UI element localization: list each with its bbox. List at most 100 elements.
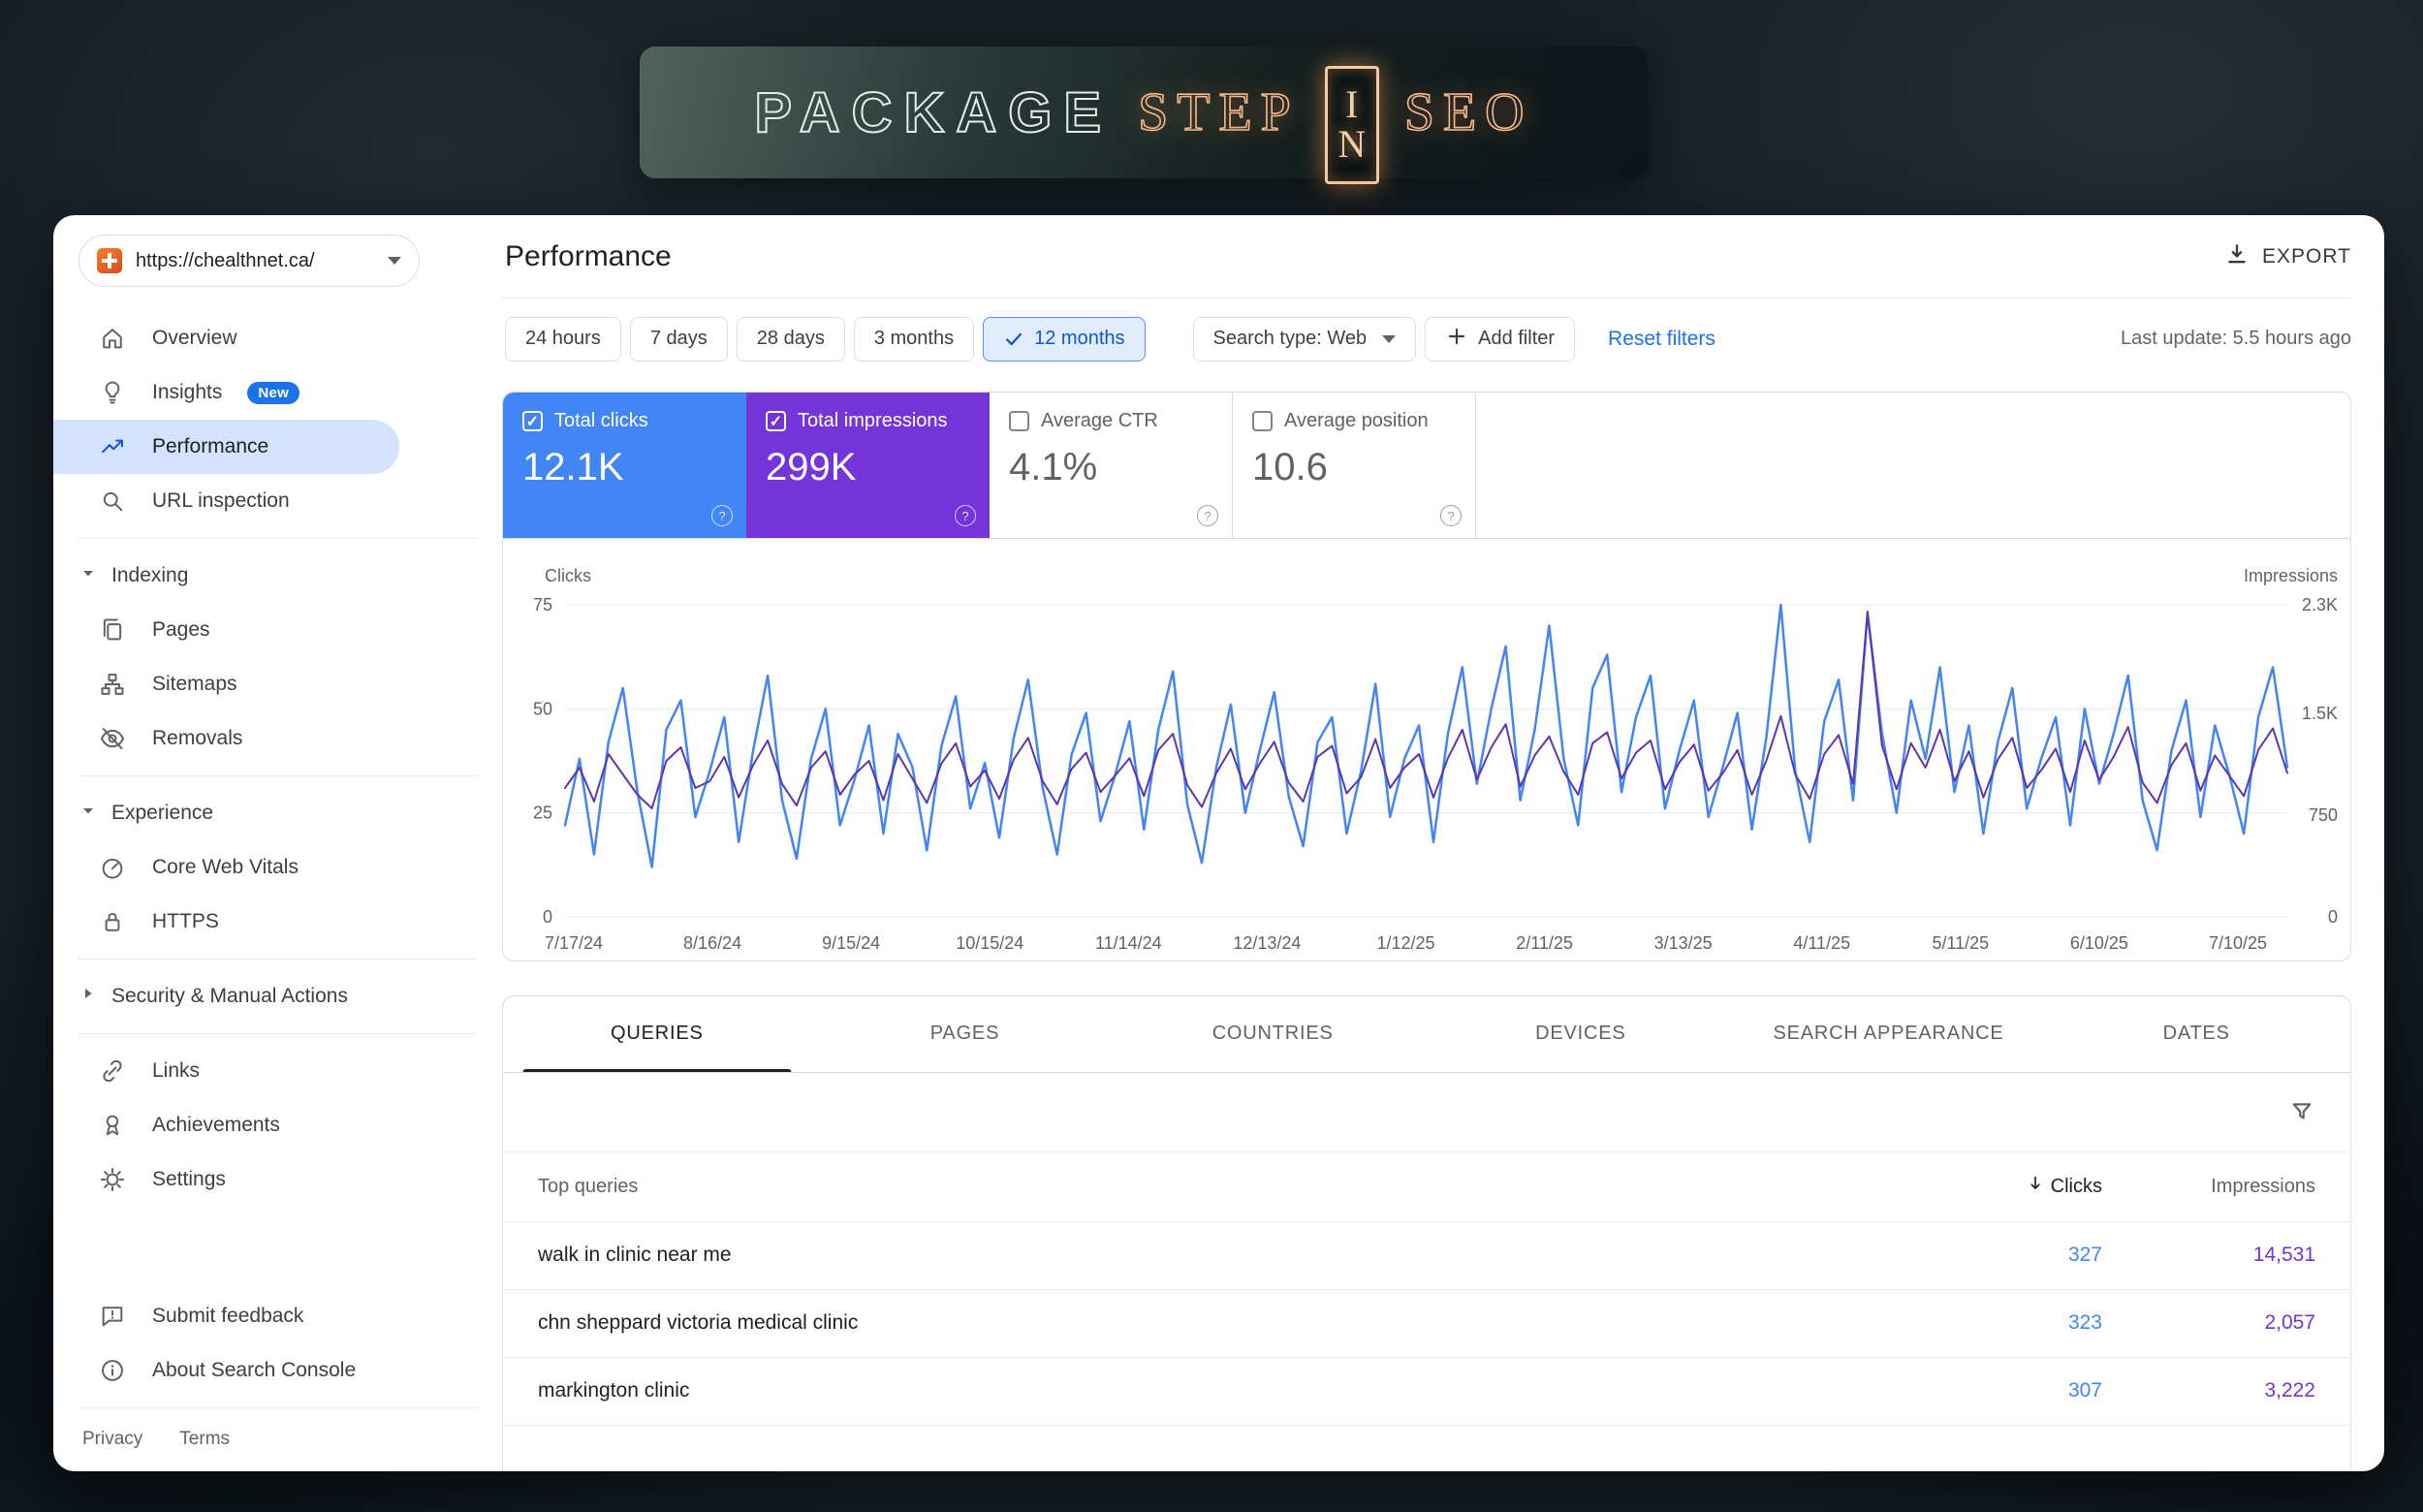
help-icon[interactable]: ?	[955, 505, 976, 526]
svg-text:12/13/24: 12/13/24	[1233, 933, 1301, 953]
caret-down-icon	[79, 801, 98, 826]
impressions-cell: 3,222	[2102, 1379, 2315, 1402]
tab-dates[interactable]: DATES	[2042, 996, 2350, 1072]
range-chip-28-days[interactable]: 28 days	[737, 317, 845, 362]
sidebar-section-security[interactable]: Security & Manual Actions	[53, 969, 502, 1024]
sidebar-item-achievements[interactable]: Achievements	[53, 1098, 399, 1152]
range-chip-12-months[interactable]: 12 months	[983, 317, 1145, 362]
sidebar-item-label: About Search Console	[152, 1359, 356, 1382]
metric-tile-average-ctr[interactable]: Average CTR 4.1% ?	[990, 393, 1233, 538]
table-row[interactable]: chn sheppard victoria medical clinic 323…	[503, 1290, 2350, 1358]
check-icon	[1003, 329, 1024, 350]
help-icon[interactable]: ?	[1197, 505, 1218, 526]
table-tabs: QUERIES PAGES COUNTRIES DEVICES SEARCH A…	[503, 996, 2350, 1073]
metric-label: Total impressions	[798, 410, 948, 432]
sidebar-section-experience[interactable]: Experience	[53, 786, 502, 840]
gear-icon	[98, 1165, 127, 1194]
column-header-clicks[interactable]: Clicks	[1928, 1174, 2102, 1199]
reset-filters-link[interactable]: Reset filters	[1608, 328, 1715, 351]
help-icon[interactable]: ?	[1440, 505, 1462, 526]
metric-label: Total clicks	[554, 410, 648, 432]
section-label: Security & Manual Actions	[111, 985, 348, 1008]
performance-chart: 025507507501.5K2.3KClicksImpressions7/17…	[503, 538, 2350, 961]
svg-text:50: 50	[533, 699, 552, 718]
caret-right-icon	[79, 984, 98, 1009]
sidebar-section-indexing[interactable]: Indexing	[53, 549, 502, 603]
chip-label: 24 hours	[525, 328, 601, 350]
page-header: Performance EXPORT	[502, 215, 2351, 299]
range-chip-7-days[interactable]: 7 days	[630, 317, 728, 362]
privacy-link[interactable]: Privacy	[82, 1429, 142, 1450]
sidebar: https://chealthnet.ca/ Overview Insights…	[53, 215, 502, 1471]
divider	[79, 1033, 477, 1034]
sidebar-item-submit-feedback[interactable]: Submit feedback	[53, 1289, 399, 1343]
sidebar-item-insights[interactable]: Insights New	[53, 365, 399, 420]
export-button[interactable]: EXPORT	[2223, 240, 2351, 273]
svg-text:8/16/24: 8/16/24	[683, 933, 741, 953]
metric-tile-average-position[interactable]: Average position 10.6 ?	[1233, 393, 1476, 538]
banner-word-seo: SEO	[1404, 81, 1533, 143]
sidebar-item-sitemaps[interactable]: Sitemaps	[53, 657, 399, 711]
last-update-text: Last update: 5.5 hours ago	[2121, 328, 2351, 350]
add-filter-chip[interactable]: Add filter	[1425, 317, 1575, 362]
search-type-chip[interactable]: Search type: Web	[1193, 317, 1417, 362]
page-title: Performance	[505, 240, 672, 273]
sidebar-item-performance[interactable]: Performance	[53, 420, 399, 474]
checkbox-unchecked-icon[interactable]	[1009, 411, 1029, 431]
tab-search-appearance[interactable]: SEARCH APPEARANCE	[1735, 996, 2043, 1072]
sidebar-item-label: Insights	[152, 381, 222, 404]
svg-text:10/15/24: 10/15/24	[956, 933, 1023, 953]
svg-text:1.5K: 1.5K	[2302, 704, 2338, 723]
terms-link[interactable]: Terms	[179, 1429, 230, 1450]
svg-text:Impressions: Impressions	[2244, 566, 2338, 585]
tab-queries[interactable]: QUERIES	[503, 996, 811, 1072]
sidebar-item-core-web-vitals[interactable]: Core Web Vitals	[53, 840, 399, 895]
sidebar-item-https[interactable]: HTTPS	[53, 895, 399, 949]
column-header-impressions[interactable]: Impressions	[2102, 1176, 2315, 1198]
sidebar-item-label: Performance	[152, 435, 268, 458]
svg-text:Clicks: Clicks	[545, 566, 591, 585]
column-header-top-queries[interactable]: Top queries	[538, 1176, 1928, 1198]
svg-text:1/12/25: 1/12/25	[1376, 933, 1434, 953]
sidebar-item-removals[interactable]: Removals	[53, 711, 399, 766]
checkbox-checked-icon[interactable]	[766, 411, 786, 431]
filters-row: 24 hours 7 days 28 days 3 months 12 mont…	[502, 299, 2351, 379]
sidebar-item-label: URL inspection	[152, 489, 290, 513]
metric-tile-total-impressions[interactable]: Total impressions 299K ?	[746, 393, 990, 538]
svg-text:5/11/25: 5/11/25	[1932, 933, 1989, 953]
property-url: https://chealthnet.ca/	[136, 250, 374, 272]
property-selector[interactable]: https://chealthnet.ca/	[79, 235, 420, 287]
tab-pages[interactable]: PAGES	[811, 996, 1119, 1072]
svg-text:0: 0	[2328, 907, 2338, 927]
svg-text:4/11/25: 4/11/25	[1793, 933, 1850, 953]
sidebar-item-settings[interactable]: Settings	[53, 1152, 399, 1207]
sidebar-item-links[interactable]: Links	[53, 1044, 399, 1098]
table-row[interactable]: markington clinic 307 3,222	[503, 1358, 2350, 1426]
range-chip-24-hours[interactable]: 24 hours	[505, 317, 621, 362]
filter-funnel-icon[interactable]	[2288, 1098, 2315, 1125]
range-chip-3-months[interactable]: 3 months	[854, 317, 974, 362]
metric-tile-total-clicks[interactable]: Total clicks 12.1K ?	[503, 393, 746, 538]
chip-label: Search type: Web	[1213, 328, 1368, 350]
help-icon[interactable]: ?	[711, 505, 733, 526]
checkbox-checked-icon[interactable]	[522, 411, 543, 431]
sidebar-item-about[interactable]: About Search Console	[53, 1343, 399, 1398]
tab-devices[interactable]: DEVICES	[1427, 996, 1735, 1072]
download-icon	[2223, 240, 2250, 273]
column-header-label: Clicks	[2051, 1176, 2102, 1198]
sidebar-item-overview[interactable]: Overview	[53, 311, 399, 365]
sidebar-item-url-inspection[interactable]: URL inspection	[53, 474, 399, 528]
tab-countries[interactable]: COUNTRIES	[1118, 996, 1427, 1072]
impressions-cell: 14,531	[2102, 1244, 2315, 1267]
sidebar-item-label: Submit feedback	[152, 1305, 303, 1328]
sidebar-item-pages[interactable]: Pages	[53, 603, 399, 657]
banner-in-top: I	[1345, 85, 1358, 125]
table-row[interactable]: walk in clinic near me 327 14,531	[503, 1222, 2350, 1290]
sidebar-item-label: Links	[152, 1059, 200, 1083]
sitemap-icon	[98, 670, 127, 699]
checkbox-unchecked-icon[interactable]	[1252, 411, 1273, 431]
home-icon	[98, 324, 127, 353]
metric-value: 12.1K	[522, 446, 727, 489]
table-header-row: Top queries Clicks Impressions	[503, 1152, 2350, 1222]
pages-icon	[98, 615, 127, 645]
